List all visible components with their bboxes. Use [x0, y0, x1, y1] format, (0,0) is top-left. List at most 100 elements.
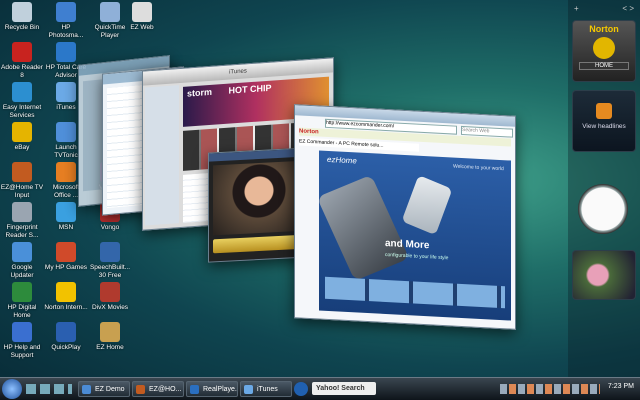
desktop-icon-label: SpeechBuilt... 30 Free [89, 264, 131, 279]
taskbar-button-label: RealPlaye... [203, 386, 238, 393]
desktop-icon-label: Adobe Reader 8 [1, 64, 43, 79]
app-icon [132, 2, 152, 22]
app-icon [56, 122, 76, 142]
desktop-icon[interactable]: Adobe Reader 8 [0, 42, 44, 80]
desktop-icon[interactable]: MSN [44, 202, 88, 232]
add-gadget-button[interactable]: + [574, 4, 579, 13]
hp-icon[interactable] [294, 382, 308, 396]
app-icon [56, 202, 76, 222]
taskbar-button[interactable]: iTunes [240, 381, 292, 397]
app-icon [12, 322, 32, 342]
desktop-icon[interactable]: My HP Games [44, 242, 88, 272]
app-icon [100, 322, 120, 342]
player-controls[interactable] [213, 234, 305, 254]
clock-text[interactable]: 7:23 PM [608, 383, 634, 390]
desktop-icon[interactable]: HP Help and Support [0, 322, 44, 360]
desktop-icon[interactable]: HP Digital Home [0, 282, 44, 320]
video-frame [213, 160, 305, 236]
app-icon [12, 242, 32, 262]
desktop-icon[interactable]: Fingerprint Reader S... [0, 202, 44, 240]
taskbar-app-icon [136, 385, 145, 394]
app-icon [12, 282, 32, 302]
app-icon [100, 242, 120, 262]
norton-check-icon [593, 37, 615, 59]
desktop-icon[interactable]: Easy Internet Services [0, 82, 44, 120]
norton-home-button[interactable]: HOME [579, 62, 629, 70]
app-icon [56, 82, 76, 102]
thumbnail-strip [325, 276, 505, 309]
view-headlines-link[interactable]: View headlines [573, 123, 635, 130]
yahoo-search-input[interactable]: Yahoo! Search [312, 382, 376, 395]
storm-text: storm [187, 86, 213, 99]
desktop-icon-label: eBay [14, 144, 30, 151]
clock-gadget [572, 180, 634, 240]
desktop-icon[interactable]: EZ Home [88, 322, 132, 352]
app-icon [100, 282, 120, 302]
desktop-icon-label: DivX Movies [91, 304, 129, 311]
app-icon [100, 2, 120, 22]
norton-title: Norton [589, 24, 619, 34]
desktop-icon-label: Norton Intern... [44, 304, 88, 311]
app-icon [12, 122, 32, 142]
desktop-icon[interactable]: eBay [0, 122, 44, 152]
desktop-icon-label: Recycle Bin [4, 24, 40, 31]
taskbar-app-icon [244, 385, 253, 394]
taskbar-button-label: EZ@HO... [149, 386, 182, 393]
desktop-icon[interactable]: Norton Intern... [44, 282, 88, 312]
remote-image [316, 174, 410, 281]
windows-sidebar: + < > Norton HOME View headlines [568, 0, 640, 378]
app-icon [12, 202, 32, 222]
start-button[interactable] [2, 379, 22, 399]
desktop-icon[interactable]: HP Photosma... [44, 2, 88, 40]
taskbar-button-label: iTunes [257, 386, 278, 393]
app-icon [12, 2, 32, 22]
slideshow-gadget[interactable] [572, 250, 636, 300]
desktop-icon[interactable]: DivX Movies [88, 282, 132, 312]
welcome-text: Welcome to your world [453, 163, 504, 173]
taskbar-button-label: EZ Demo [95, 386, 125, 393]
taskbar-button[interactable]: RealPlaye... [186, 381, 238, 397]
system-tray [500, 384, 600, 394]
browser-window[interactable]: http://www.ezcommander.com/ Search Web N… [294, 104, 516, 330]
desktop-icon[interactable]: EZ Web [120, 2, 164, 32]
desktop-icon-label: MSN [58, 224, 74, 231]
desktop-icon-label: EZ@Home TV Input [0, 184, 44, 199]
desktop-icon[interactable]: Google Updater [0, 242, 44, 280]
hot-chip-text: HOT CHIP [228, 82, 272, 96]
app-icon [56, 322, 76, 342]
desktop-icon-label: EZ Home [96, 344, 124, 351]
app-icon [56, 162, 76, 182]
clock-face-icon [578, 184, 628, 234]
rss-icon [596, 103, 612, 119]
taskbar: EZ Demo EZ@HO... RealPlaye... iTunes Yahoo!… [0, 377, 640, 400]
itunes-source-list [145, 85, 179, 226]
app-icon [56, 242, 76, 262]
taskbar-button[interactable]: EZ Demo [78, 381, 130, 397]
gadget-nav-buttons[interactable]: < > [622, 4, 634, 13]
taskbar-app-icon [82, 385, 91, 394]
desktop-icon-label: Fingerprint Reader S... [5, 224, 39, 239]
remote-image-2 [401, 175, 453, 236]
desktop-icon-label: Vongo [100, 224, 120, 231]
app-icon [56, 2, 76, 22]
desktop-icon-label: Google Updater [10, 264, 34, 279]
desktop-icon[interactable]: Recycle Bin [0, 2, 44, 32]
taskbar-app-icon [190, 385, 199, 394]
desktop-icon-label: HP Help and Support [3, 344, 41, 359]
app-icon [56, 42, 76, 62]
web-page: ezHome Welcome to your world and More co… [316, 150, 511, 321]
rss-gadget[interactable]: View headlines [572, 90, 636, 152]
app-icon [12, 42, 32, 62]
taskbar-button[interactable]: EZ@HO... [132, 381, 184, 397]
desktop-icon-label: HP Photosma... [48, 24, 84, 39]
desktop-icon-label: HP Digital Home [7, 304, 37, 319]
desktop-icon-label: QuickPlay [51, 344, 81, 351]
quick-launch [26, 384, 72, 394]
desktop-icon[interactable]: EZ@Home TV Input [0, 162, 44, 200]
app-icon [56, 282, 76, 302]
norton-gadget[interactable]: Norton HOME [572, 20, 636, 82]
ezhome-logo: ezHome [327, 154, 357, 166]
desktop-icon[interactable]: QuickPlay [44, 322, 88, 352]
app-icon [12, 162, 32, 182]
desktop-icon[interactable]: SpeechBuilt... 30 Free [88, 242, 132, 280]
